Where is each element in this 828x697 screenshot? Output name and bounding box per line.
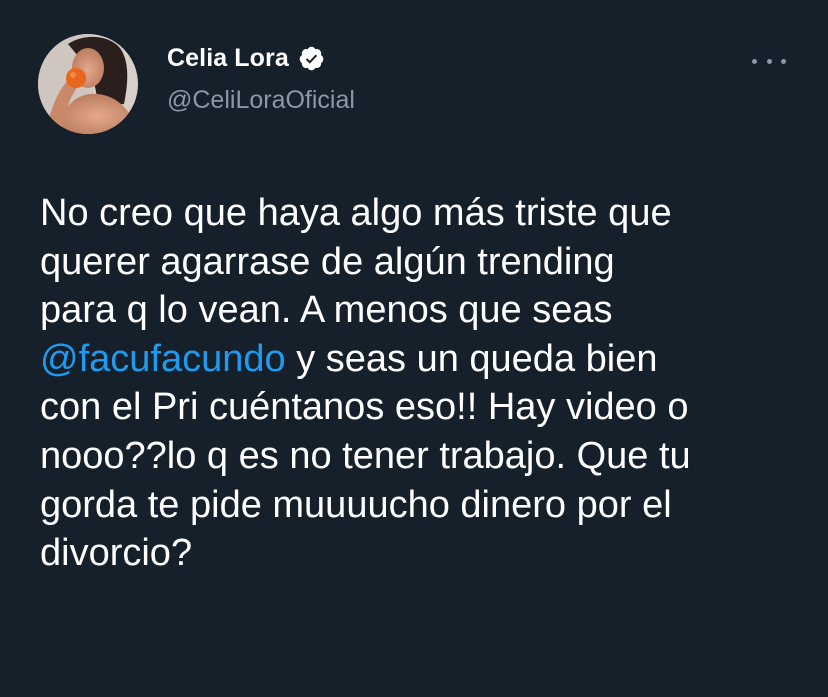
mention-link[interactable]: @facufacundo (40, 338, 286, 380)
more-options-icon[interactable] (752, 50, 786, 72)
author-name-text: Celia Lora (167, 44, 289, 72)
tweet-card: Celia Lora @CeliLoraOficial No creo que … (0, 0, 828, 697)
tweet-line: nooo??lo q es no tener trabajo. Que tu (40, 434, 691, 477)
more-dot (752, 58, 757, 64)
tweet-line: @facufacundo y seas un queda bien (40, 335, 810, 384)
tweet-line: querer agarrase de algún trending (40, 240, 615, 283)
more-dot (781, 58, 786, 64)
tweet-line: con el Pri cuéntanos eso!! Hay video o (40, 386, 689, 429)
more-dot (766, 58, 772, 64)
author-name[interactable]: Celia Lora (167, 44, 325, 73)
tweet-line: No creo que haya algo más triste que (40, 192, 672, 234)
tweet-line: divorcio? (40, 532, 193, 575)
tweet-text: No creo que haya algo más triste que que… (40, 189, 810, 578)
avatar[interactable] (38, 34, 138, 134)
profile-photo (38, 34, 138, 134)
verified-badge-icon (298, 45, 325, 72)
tweet-line: para q lo vean. A menos que seas (40, 289, 613, 332)
tweet-line-rest: y seas un queda bien (285, 337, 658, 380)
author-handle[interactable]: @CeliLoraOficial (167, 86, 355, 115)
tweet-line: gorda te pide muuuucho dinero por el (40, 483, 672, 526)
